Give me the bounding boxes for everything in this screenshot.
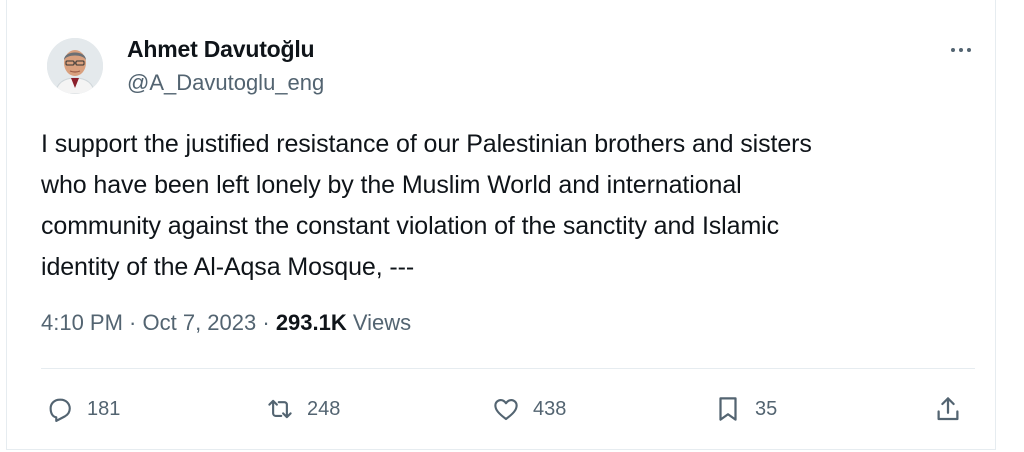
author-name[interactable]: Ahmet Davutoğlu — [127, 36, 315, 63]
avatar-photo — [47, 38, 103, 94]
share-button[interactable] — [933, 392, 963, 426]
tweet-card: Ahmet Davutoğlu @A_Davutoglu_eng I suppo… — [6, 0, 996, 450]
share-icon — [937, 397, 959, 421]
tweet-text: I support the justified resistance of ou… — [41, 130, 812, 281]
reply-icon — [49, 398, 71, 422]
bookmark-button[interactable]: 35 — [713, 392, 777, 426]
tweet-time[interactable]: 4:10 PM — [41, 310, 123, 335]
views-label: Views — [346, 310, 412, 335]
divider — [41, 368, 975, 369]
like-button[interactable]: 438 — [491, 392, 566, 426]
meta-separator: · — [256, 310, 276, 335]
views-count: 293.1K — [275, 310, 347, 335]
more-horizontal-icon[interactable] — [943, 38, 979, 62]
author-handle[interactable]: @A_Davutoglu_eng — [127, 70, 324, 96]
reply-count: 181 — [87, 397, 121, 420]
avatar[interactable] — [47, 38, 103, 94]
heart-icon — [494, 398, 518, 421]
tweet-date[interactable]: Oct 7, 2023 — [143, 310, 257, 335]
retweet-count: 248 — [307, 397, 341, 420]
bookmark-icon — [719, 397, 737, 421]
retweet-button[interactable]: 248 — [265, 392, 340, 426]
like-count: 438 — [533, 397, 567, 420]
retweet-icon — [268, 399, 292, 419]
reply-button[interactable]: 181 — [45, 392, 120, 426]
tweet-meta: 4:10 PM · Oct 7, 2023 · 293.1K Views — [41, 310, 411, 336]
meta-separator: · — [122, 310, 143, 335]
bookmark-count: 35 — [755, 397, 778, 420]
